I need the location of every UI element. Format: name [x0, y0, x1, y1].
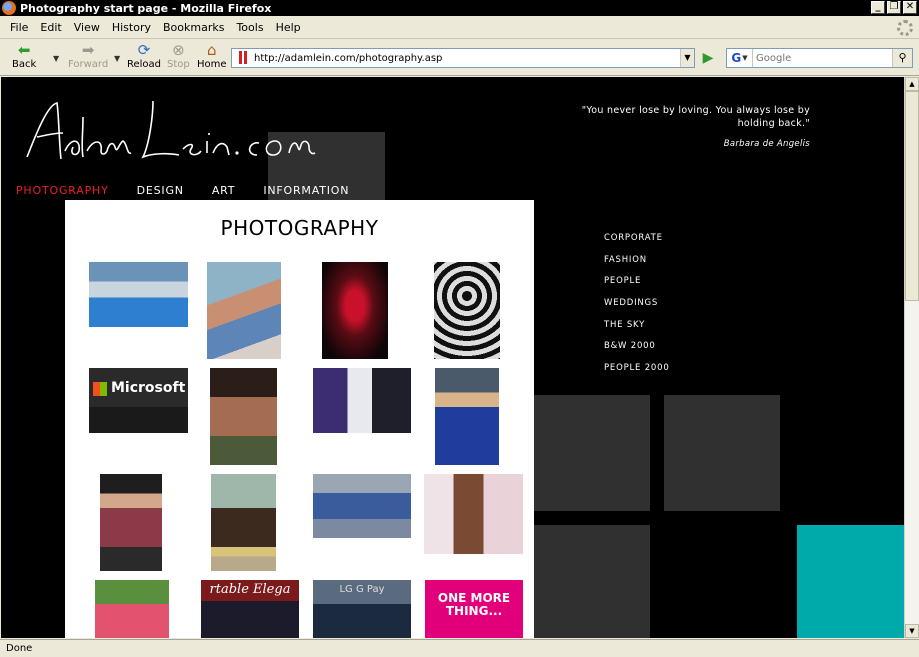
lg-caption: LG G Pay — [339, 584, 385, 595]
window-title-bar: Photography start page - Mozilla Firefox… — [0, 0, 919, 16]
category-list: CORPORATE FASHION PEOPLE WEDDINGS THE SK… — [604, 232, 670, 384]
menu-tools[interactable]: Tools — [230, 21, 269, 34]
bikini-model-photo[interactable] — [210, 368, 277, 465]
search-input[interactable] — [753, 52, 892, 64]
menu-view[interactable]: View — [68, 21, 106, 34]
scrollbar-thumb[interactable] — [905, 91, 919, 301]
scroll-up-arrow-icon[interactable]: ▲ — [905, 77, 919, 91]
url-text[interactable]: http://adamlein.com/photography.asp — [254, 53, 680, 64]
go-button[interactable]: ▶ — [699, 49, 717, 67]
reload-button[interactable]: ⟳ Reload — [127, 42, 161, 70]
status-bar: Done — [0, 639, 919, 657]
quote-text: "You never lose by loving. You always lo… — [581, 105, 810, 129]
photography-panel: PHOTOGRAPHY Microsoft rtable Elega LG G … — [65, 200, 534, 638]
reload-icon: ⟳ — [137, 41, 151, 59]
tmobile-stage-photo[interactable]: ONE MORE THING... — [425, 580, 523, 638]
background-tile — [534, 395, 650, 511]
nav-photography[interactable]: PHOTOGRAPHY — [16, 184, 109, 197]
forward-history-dropdown[interactable]: ▼ — [114, 54, 120, 63]
presenter-elegance-photo[interactable]: rtable Elega — [201, 580, 299, 638]
menu-file[interactable]: File — [4, 21, 34, 34]
microsoft-speaker-photo[interactable]: Microsoft — [89, 368, 188, 433]
url-history-dropdown[interactable]: ▼ — [680, 49, 694, 67]
category-people[interactable]: PEOPLE — [604, 275, 670, 297]
top-hat-spiral-photo[interactable] — [434, 262, 500, 359]
tmobile-caption: ONE MORE THING... — [437, 591, 511, 618]
wedding-kiss-photo[interactable] — [313, 368, 411, 433]
category-corporate[interactable]: CORPORATE — [604, 232, 670, 254]
close-button[interactable]: ✕ — [903, 1, 917, 14]
panel-title: PHOTOGRAPHY — [220, 216, 379, 240]
stop-icon: ⊗ — [172, 41, 185, 59]
lg-event-photo[interactable]: LG G Pay — [313, 580, 411, 638]
menu-bar: File Edit View History Bookmarks Tools H… — [0, 17, 919, 39]
forward-button[interactable]: ➡ Forward — [68, 42, 108, 70]
quote-author: Barbara de Angelis — [723, 139, 810, 149]
vertical-scrollbar[interactable]: ▲ ▼ — [904, 77, 919, 638]
back-button[interactable]: ⬅ Back — [12, 42, 36, 70]
back-history-dropdown[interactable]: ▼ — [53, 54, 59, 63]
blue-dress-photo[interactable] — [435, 368, 499, 465]
google-icon: G — [731, 51, 742, 65]
maximize-button[interactable]: ❐ — [887, 1, 901, 14]
firefox-logo-icon — [2, 1, 16, 15]
scroll-down-arrow-icon[interactable]: ▼ — [905, 624, 919, 638]
search-engine-selector[interactable]: G ▼ — [727, 49, 753, 67]
window-title: Photography start page - Mozilla Firefox — [20, 1, 272, 15]
background-tile — [534, 525, 650, 638]
category-the-sky[interactable]: THE SKY — [604, 319, 670, 341]
red-lightsaber-photo[interactable] — [322, 262, 388, 359]
status-text: Done — [6, 643, 33, 654]
menu-history[interactable]: History — [106, 21, 157, 34]
background-tile — [664, 395, 780, 511]
microsoft-logo-icon — [93, 382, 107, 396]
throbber-icon — [897, 20, 913, 36]
nav-art[interactable]: ART — [212, 184, 236, 197]
teal-tile — [797, 525, 904, 638]
water-park-photo[interactable] — [89, 262, 188, 327]
menu-bookmarks[interactable]: Bookmarks — [157, 21, 230, 34]
girl-on-phone-photo[interactable] — [207, 262, 281, 359]
forward-arrow-icon: ➡ — [81, 41, 95, 59]
menu-edit[interactable]: Edit — [34, 21, 67, 34]
stop-button[interactable]: ⊗ Stop — [167, 42, 190, 70]
site-logo — [26, 100, 316, 160]
gown-model-photo[interactable] — [100, 474, 162, 571]
address-bar[interactable]: http://adamlein.com/photography.asp ▼ — [231, 48, 695, 68]
search-magnifier-icon[interactable]: ⚲ — [892, 49, 912, 67]
menu-help[interactable]: Help — [270, 21, 307, 34]
horse-rider-photo[interactable] — [211, 474, 276, 571]
nav-information[interactable]: INFORMATION — [263, 184, 349, 197]
page-viewport: "You never lose by loving. You always lo… — [1, 77, 904, 638]
nav-design[interactable]: DESIGN — [137, 184, 184, 197]
search-bar: G▼ ⚲ — [726, 48, 913, 68]
lying-model-photo[interactable] — [424, 474, 523, 554]
pink-dress-photo[interactable] — [95, 580, 169, 638]
elegance-caption: rtable Elega — [209, 582, 291, 597]
minimize-button[interactable]: _ — [871, 1, 885, 14]
microsoft-caption: Microsoft — [111, 380, 186, 396]
category-people-2000[interactable]: PEOPLE 2000 — [604, 362, 670, 384]
home-button[interactable]: ⌂ Home — [197, 42, 227, 70]
top-navigation: PHOTOGRAPHY DESIGN ART INFORMATION — [16, 184, 349, 197]
home-icon: ⌂ — [207, 41, 217, 59]
site-favicon-icon — [236, 51, 250, 65]
category-weddings[interactable]: WEDDINGS — [604, 297, 670, 319]
presenter-photo[interactable] — [313, 474, 411, 538]
category-bw-2000[interactable]: B&W 2000 — [604, 340, 670, 362]
back-arrow-icon: ⬅ — [17, 41, 31, 59]
category-fashion[interactable]: FASHION — [604, 254, 670, 276]
